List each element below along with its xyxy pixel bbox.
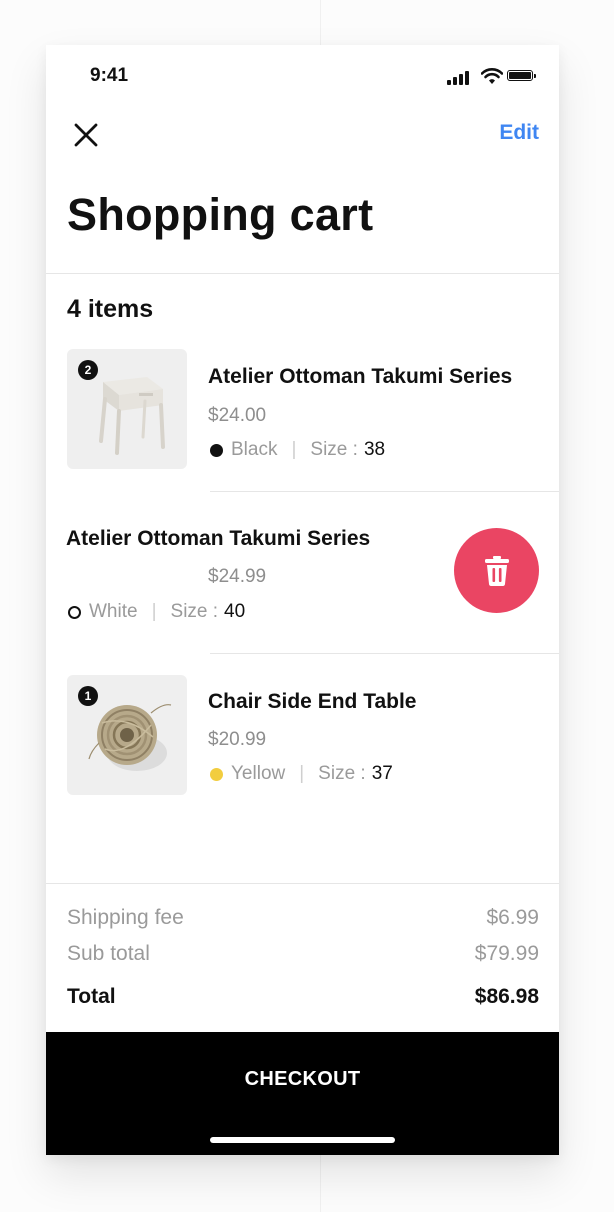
delete-item-button[interactable] bbox=[454, 528, 539, 613]
header-divider bbox=[46, 273, 559, 274]
color-swatch-black bbox=[210, 443, 223, 457]
home-indicator[interactable] bbox=[210, 1137, 395, 1143]
meta-separator: | bbox=[291, 439, 297, 460]
status-icons bbox=[447, 67, 539, 85]
total-value: $86.98 bbox=[474, 985, 539, 1008]
product-thumbnail[interactable]: 1 bbox=[67, 675, 187, 795]
page-title: Shopping cart bbox=[67, 189, 374, 240]
shipping-fee-label: Shipping fee bbox=[67, 906, 184, 929]
subtotal-value: $79.99 bbox=[474, 942, 539, 965]
item-name[interactable]: Chair Side End Table bbox=[208, 690, 416, 714]
status-time: 9:41 bbox=[90, 65, 129, 86]
item-name[interactable]: Atelier Ottoman Takumi Series bbox=[66, 527, 370, 551]
item-meta: Black | Size : 38 bbox=[210, 439, 385, 461]
battery-icon bbox=[507, 70, 533, 81]
size-label: Size : bbox=[310, 439, 358, 460]
size-label: Size : bbox=[170, 601, 219, 622]
close-button[interactable] bbox=[70, 119, 102, 151]
item-divider bbox=[210, 491, 559, 492]
item-name[interactable]: Atelier Ottoman Takumi Series bbox=[208, 365, 512, 389]
page: 9:41 Edit Shopping cart 4 items 2 Atelie… bbox=[0, 0, 614, 1212]
item-meta: Yellow | Size : 37 bbox=[210, 763, 393, 785]
item-color: Black bbox=[231, 439, 278, 460]
battery-tip bbox=[534, 74, 536, 78]
checkout-button[interactable]: CHECKOUT bbox=[46, 1032, 559, 1155]
quantity-badge: 2 bbox=[78, 360, 98, 380]
meta-separator: | bbox=[151, 601, 157, 622]
subtotal-label: Sub total bbox=[67, 942, 150, 965]
item-color: White bbox=[89, 601, 138, 622]
trash-icon bbox=[484, 555, 509, 586]
product-thumbnail[interactable]: 2 bbox=[67, 349, 187, 469]
checkout-label: CHECKOUT bbox=[244, 1068, 361, 1090]
close-icon bbox=[74, 123, 98, 147]
item-price: $24.00 bbox=[208, 405, 267, 426]
items-count: 4 items bbox=[67, 295, 154, 323]
item-price: $24.99 bbox=[208, 566, 267, 587]
wifi-icon bbox=[481, 68, 503, 84]
meta-separator: | bbox=[299, 763, 305, 784]
item-color: Yellow bbox=[231, 763, 286, 784]
edit-button[interactable]: Edit bbox=[499, 121, 539, 145]
color-swatch-white bbox=[68, 605, 81, 619]
summary-divider bbox=[46, 883, 559, 884]
color-swatch-yellow bbox=[210, 767, 223, 781]
shipping-fee-value: $6.99 bbox=[486, 906, 539, 929]
phone-screen: 9:41 Edit Shopping cart 4 items 2 Atelie… bbox=[46, 45, 559, 1155]
item-size: 38 bbox=[363, 439, 386, 460]
item-size: 40 bbox=[224, 601, 246, 622]
total-label: Total bbox=[67, 985, 116, 1008]
item-divider bbox=[210, 653, 559, 654]
item-size: 37 bbox=[371, 763, 393, 784]
item-price: $20.99 bbox=[208, 729, 267, 750]
size-label: Size : bbox=[318, 763, 366, 784]
quantity-badge: 1 bbox=[78, 686, 98, 706]
item-meta: White | Size : 40 bbox=[68, 601, 245, 623]
